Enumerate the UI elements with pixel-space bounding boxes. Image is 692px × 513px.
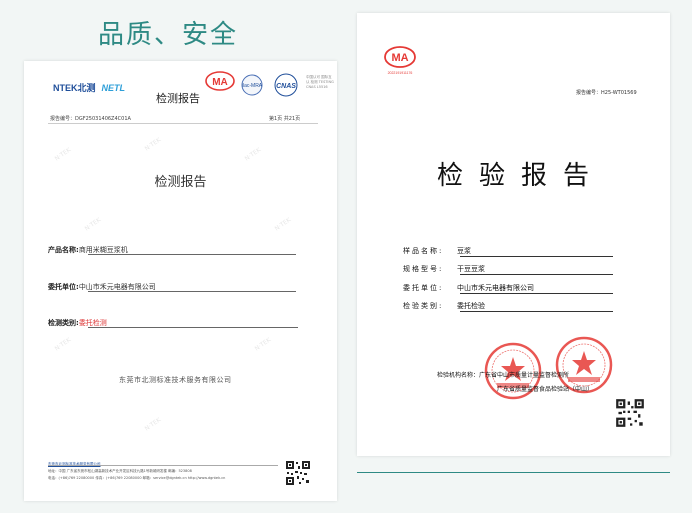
report-number: 报告编号：H25-WT01569 [576, 90, 637, 96]
ma-certification-logo: MA 2022191911176 [384, 46, 416, 75]
ilac-text: ilac-MRA [242, 83, 263, 89]
header-divider [48, 123, 318, 124]
footer-contact: 电话：(+86)769 22080000 传真：(+86)769 2208000… [48, 476, 226, 480]
qr-code-icon [615, 398, 645, 428]
field-underline [88, 327, 298, 328]
inspection-org-line1: 检验机构名称：广东省中山市质量计量监督检测所 [437, 372, 570, 379]
footer-divider [48, 465, 278, 466]
field-underline [460, 256, 613, 257]
ilac-mra-logo: ilac-MRA [241, 74, 263, 96]
ntek-logo: NTEK北测 NETL [53, 83, 125, 93]
header-title: 检测报告 [156, 92, 200, 105]
cnas-logo: CNAS [274, 73, 298, 97]
section-heading: 品质、安全 [98, 20, 239, 50]
model-row: 规格型号: 干豆豆浆 [403, 265, 485, 273]
inspection-org-line2: 广东省质量监督食品检验站（中山） [497, 386, 594, 393]
watermark: N·TEK [253, 336, 273, 353]
page-info: 第1页 共21页 [269, 116, 301, 122]
inspection-report-document[interactable]: MA 2022191911176 报告编号：H25-WT01569 检验报告 样… [357, 13, 670, 456]
watermark: N·TEK [143, 136, 163, 153]
report-number: 报告编号：DGF25031406Z4C01A [50, 116, 131, 122]
report-title: 检测报告 [154, 175, 207, 190]
field-underline [88, 254, 296, 255]
watermark: N·TEK [143, 416, 163, 433]
watermark: N·TEK [273, 216, 293, 233]
testing-organization: 东莞市北测标准技术服务有限公司 [119, 376, 232, 384]
field-underline [460, 311, 613, 312]
field-underline [88, 291, 296, 292]
report-title: 检验报告 [437, 161, 606, 191]
watermark: N·TEK [83, 216, 103, 233]
ma-number: 2022191911176 [388, 71, 413, 75]
field-underline [460, 274, 613, 275]
ma-certification-logo: MA [205, 71, 235, 91]
ma-text: MA [212, 77, 228, 88]
accent-divider [357, 472, 670, 473]
qr-code-icon [285, 460, 311, 486]
footer-address: 地址：中国 广东省东莞市松山湖高新技术产业开发区科技九路1号新城研发楼 邮编：5… [48, 469, 192, 473]
cnas-note: 中国认可 国际互认 检测 TESTING CNAS L5516 [306, 75, 334, 89]
watermark: N·TEK [53, 336, 73, 353]
field-underline [460, 293, 613, 294]
client-row: 委托单位:中山市禾元电器有限公司 [403, 284, 534, 292]
ma-text: MA [391, 52, 408, 64]
watermark: N·TEK [243, 146, 263, 163]
test-report-document[interactable]: N·TEK N·TEK N·TEK N·TEK N·TEK N·TEK N·TE… [24, 61, 337, 501]
cnas-text: CNAS [276, 83, 296, 90]
sample-name-row: 样品名称: 豆浆 [403, 247, 471, 255]
watermark: N·TEK [53, 146, 73, 163]
inspection-type-row: 检验类别: 委托检验 [403, 302, 485, 310]
